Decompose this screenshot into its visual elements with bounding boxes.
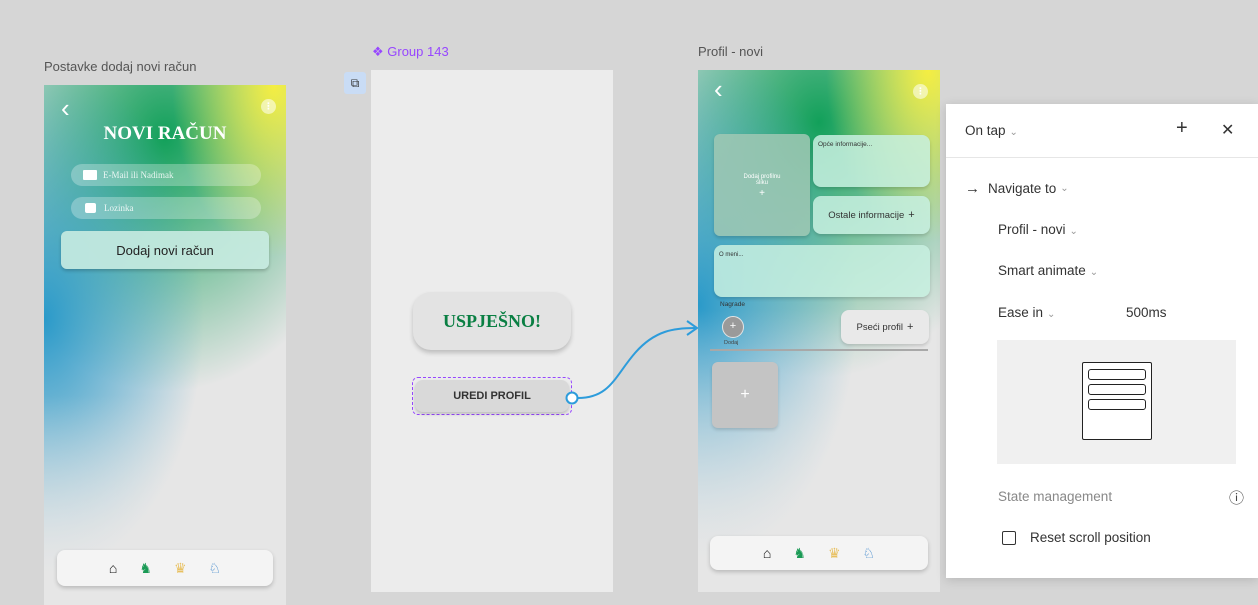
dog-profile-label: Pseći profil [856,321,904,333]
edit-profile-button[interactable]: UREDI PROFIL [415,380,569,412]
lock-icon [85,203,96,213]
dog-icon[interactable]: ♘ [863,545,876,562]
plus-icon: + [908,209,915,221]
bottom-navbar: ⌂ ♞ ♛ ♘ [710,536,928,570]
action-label: Navigate to [988,181,1057,196]
chevron-down-icon: ⌄ [1009,127,1018,138]
chevron-down-icon: ⌄ [1089,267,1099,278]
plus-icon: + [907,321,914,333]
bottom-navbar: ⌂ ♞ ♛ ♘ [57,550,273,586]
selection-outline: UREDI PROFIL [412,377,572,415]
device-frame-icon[interactable]: ⧉ [344,72,366,94]
add-award-button[interactable]: + [722,316,744,338]
success-badge: USPJEŠNO! [413,292,571,350]
password-placeholder: Lozinka [104,203,134,213]
add-account-button[interactable]: Dodaj novi račun [61,231,269,269]
more-options-icon[interactable]: ⋮ [261,99,276,114]
destination-dropdown[interactable]: Profil - novi ⌄ [998,222,1078,237]
divider [710,349,928,351]
email-placeholder: E-Mail ili Nadimak [103,170,174,180]
back-chevron-icon[interactable]: ‹ [61,95,70,121]
interaction-panel: On tap ⌄ + ✕ → Navigate to ⌄ Profil - novi… [946,104,1258,578]
connector-node-icon[interactable] [565,391,579,405]
easing-label: Ease in [998,305,1044,320]
add-dog-tile[interactable]: + [712,362,778,428]
crown-icon[interactable]: ♛ [828,545,841,562]
frame-label-profile[interactable]: Profil - novi [698,44,763,59]
animation-preview [997,340,1236,464]
dog-walker-icon[interactable]: ♞ [139,560,152,577]
back-chevron-icon[interactable]: ‹ [714,76,723,102]
chevron-down-icon: ⌄ [1069,226,1078,237]
chevron-down-icon: ⌄ [1060,183,1069,194]
add-photo-card[interactable]: Dodaj profilnu sliku + [714,134,810,236]
panel-header: On tap ⌄ + ✕ [946,104,1258,158]
dog-icon[interactable]: ♘ [209,560,222,577]
frame-add-account[interactable]: ‹ ⋮ NOVI RAČUN E-Mail ili Nadimak Lozink… [44,85,286,605]
add-photo-plus-icon: + [759,188,765,199]
page-title: NOVI RAČUN [103,123,227,144]
crown-icon[interactable]: ♛ [174,560,187,577]
info-icon[interactable]: ⓘ [1229,487,1244,508]
animation-dropdown[interactable]: Smart animate ⌄ [998,263,1098,278]
home-icon[interactable]: ⌂ [763,545,771,561]
other-info-card[interactable]: Ostale informacije + [813,196,930,234]
frame-profile-new[interactable]: ‹ ⋮ Dodaj profilnu sliku + Opće informac… [698,70,940,592]
group-label[interactable]: ❖ Group 143 [372,44,449,60]
email-field[interactable]: E-Mail ili Nadimak [71,164,261,186]
reset-scroll-label: Reset scroll position [1030,530,1151,545]
duration-input[interactable]: 500ms [1126,305,1167,320]
frame-label-left[interactable]: Postavke dodaj novi račun [44,59,196,74]
easing-dropdown[interactable]: Ease in ⌄ [998,305,1055,320]
envelope-icon [83,170,97,180]
add-award-label: Dodaj [724,340,739,346]
password-field[interactable]: Lozinka [71,197,261,219]
more-options-icon[interactable]: ⋮ [913,84,928,99]
reset-scroll-checkbox[interactable] [1002,531,1016,545]
awards-label: Nagrade [720,301,745,308]
trigger-label: On tap [965,123,1006,138]
prototype-connector[interactable] [560,318,710,418]
close-icon[interactable]: ✕ [1221,120,1234,140]
other-info-label: Ostale informacije [828,209,905,221]
destination-label: Profil - novi [998,222,1066,237]
state-management-label: State management [998,489,1113,504]
general-info-card[interactable]: Opće informacije... [813,135,930,187]
dog-profile-button[interactable]: Pseći profil + [841,310,929,344]
about-me-card[interactable]: O meni... [714,245,930,297]
trigger-dropdown[interactable]: On tap ⌄ [965,123,1018,138]
animation-label: Smart animate [998,263,1086,278]
dog-walker-icon[interactable]: ♞ [793,545,806,562]
add-photo-label: Dodaj profilnu sliku [743,174,781,186]
arrow-right-icon: → [965,180,980,197]
chevron-down-icon: ⌄ [1047,309,1056,320]
home-icon[interactable]: ⌂ [109,560,117,576]
preview-frame-icon [1082,362,1152,440]
action-dropdown[interactable]: → Navigate to ⌄ [965,180,1069,197]
add-interaction-icon[interactable]: + [1176,117,1188,140]
